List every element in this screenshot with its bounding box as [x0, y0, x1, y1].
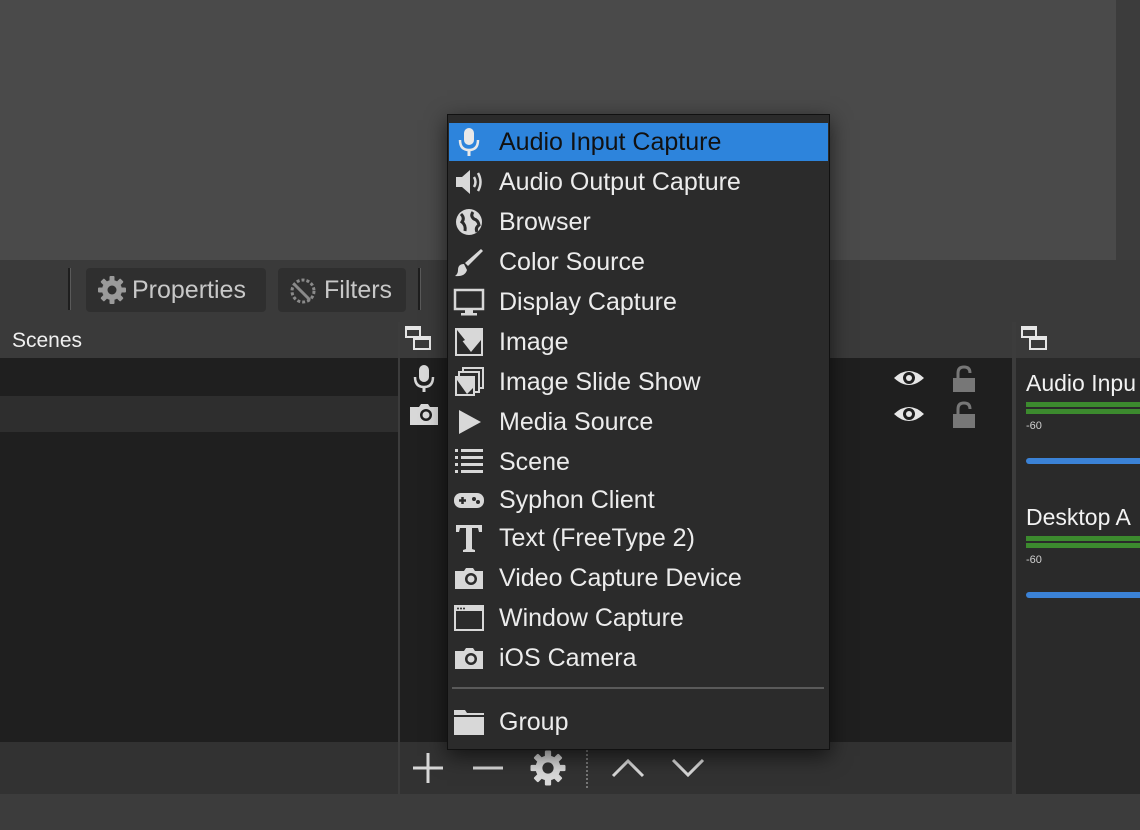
menu-item-label: Window Capture [499, 603, 684, 632]
meter-bar [1026, 543, 1140, 548]
undock-icon[interactable] [404, 325, 432, 353]
mixer-dock-header [1016, 322, 1140, 358]
eye-icon[interactable] [892, 402, 926, 426]
volume-slider[interactable] [1026, 592, 1140, 598]
image-icon [455, 328, 483, 356]
filters-label: Filters [324, 275, 393, 304]
text-icon [456, 525, 482, 552]
menu-item-group[interactable]: Group [449, 703, 828, 741]
meter-scale-label: -60 [1026, 554, 1042, 566]
menu-item-media-source[interactable]: Media Source [449, 403, 828, 441]
menu-item-label: Display Capture [499, 287, 677, 316]
menu-item-label: Scene [499, 447, 570, 476]
menu-item-label: Image Slide Show [499, 367, 701, 396]
menu-item-audio-output-capture[interactable]: Audio Output Capture [449, 163, 828, 201]
menu-item-video-capture-device[interactable]: Video Capture Device [449, 559, 828, 597]
speaker-icon [456, 170, 482, 194]
filters-button[interactable]: Filters [278, 268, 406, 312]
menu-item-label: Audio Output Capture [499, 167, 741, 196]
eye-icon[interactable] [892, 366, 926, 390]
scene-row[interactable] [0, 358, 398, 394]
audio-mixer: Audio Inpu -60 Desktop A -60 [1016, 358, 1140, 794]
microphone-icon [458, 128, 480, 156]
footer-separator [586, 750, 588, 788]
remove-source-button[interactable] [468, 748, 508, 788]
scenes-footer [0, 742, 398, 794]
menu-item-image[interactable]: Image [449, 323, 828, 361]
menu-item-display-capture[interactable]: Display Capture [449, 283, 828, 321]
lock-icon[interactable] [950, 364, 978, 394]
menu-item-label: Image [499, 327, 569, 356]
menu-item-text-freetype-2[interactable]: Text (FreeType 2) [449, 519, 828, 557]
slideshow-icon [455, 367, 484, 396]
menu-item-audio-input-capture[interactable]: Audio Input Capture [449, 123, 828, 161]
scenes-title: Scenes [12, 329, 83, 352]
meter-bar [1026, 409, 1140, 414]
globe-icon [456, 209, 482, 235]
toolbar-separator [418, 268, 421, 310]
undock-icon[interactable] [1020, 325, 1048, 353]
menu-item-label: Video Capture Device [499, 563, 742, 592]
monitor-icon [453, 288, 485, 316]
menu-item-label: Color Source [499, 247, 645, 276]
mixer-channel-label: Desktop A [1026, 504, 1131, 530]
scenes-dock-header: Scenes [0, 322, 398, 358]
move-down-button[interactable] [668, 748, 708, 788]
menu-item-ios-camera[interactable]: iOS Camera [449, 639, 828, 677]
menu-item-label: iOS Camera [499, 643, 637, 672]
menu-item-browser[interactable]: Browser [449, 203, 828, 241]
window-icon [454, 605, 484, 631]
volume-meter [1026, 402, 1140, 418]
menu-item-image-slide-show[interactable]: Image Slide Show [449, 363, 828, 401]
filter-icon [290, 278, 316, 304]
camera-icon [455, 648, 483, 669]
paint-brush-icon [455, 249, 483, 277]
menu-item-color-source[interactable]: Color Source [449, 243, 828, 281]
mixer-channel-label: Audio Inpu [1026, 370, 1136, 396]
menu-item-label: Audio Input Capture [499, 127, 722, 156]
menu-item-label: Syphon Client [499, 485, 655, 514]
menu-separator [452, 687, 824, 689]
list-icon [455, 449, 483, 473]
gear-icon [98, 276, 126, 304]
lock-icon[interactable] [950, 400, 978, 430]
move-up-button[interactable] [608, 748, 648, 788]
volume-slider[interactable] [1026, 458, 1140, 464]
volume-meter [1026, 536, 1140, 552]
add-source-menu: Audio Input Capture Audio Output Capture… [447, 114, 830, 750]
folder-icon [454, 710, 484, 735]
menu-item-label: Browser [499, 207, 591, 236]
microphone-icon [413, 365, 435, 392]
scenes-list[interactable] [0, 358, 398, 742]
menu-item-label: Media Source [499, 407, 654, 436]
play-icon [459, 410, 481, 434]
menu-item-syphon-client[interactable]: Syphon Client [449, 481, 828, 519]
add-source-button[interactable] [408, 748, 448, 788]
camera-icon [455, 568, 483, 589]
scene-row[interactable] [0, 396, 398, 432]
properties-button[interactable]: Properties [86, 268, 266, 312]
menu-item-scene[interactable]: Scene [449, 443, 828, 481]
meter-bar [1026, 402, 1140, 407]
menu-item-label: Text (FreeType 2) [499, 523, 695, 552]
properties-label: Properties [132, 275, 246, 304]
meter-bar [1026, 536, 1140, 541]
menu-item-label: Group [499, 707, 569, 736]
meter-scale-label: -60 [1026, 420, 1042, 432]
toolbar-separator [68, 268, 71, 310]
camera-icon [410, 404, 438, 425]
source-properties-button[interactable] [528, 748, 568, 788]
status-bar [0, 794, 1140, 830]
menu-item-window-capture[interactable]: Window Capture [449, 599, 828, 637]
gamepad-icon [454, 493, 484, 508]
